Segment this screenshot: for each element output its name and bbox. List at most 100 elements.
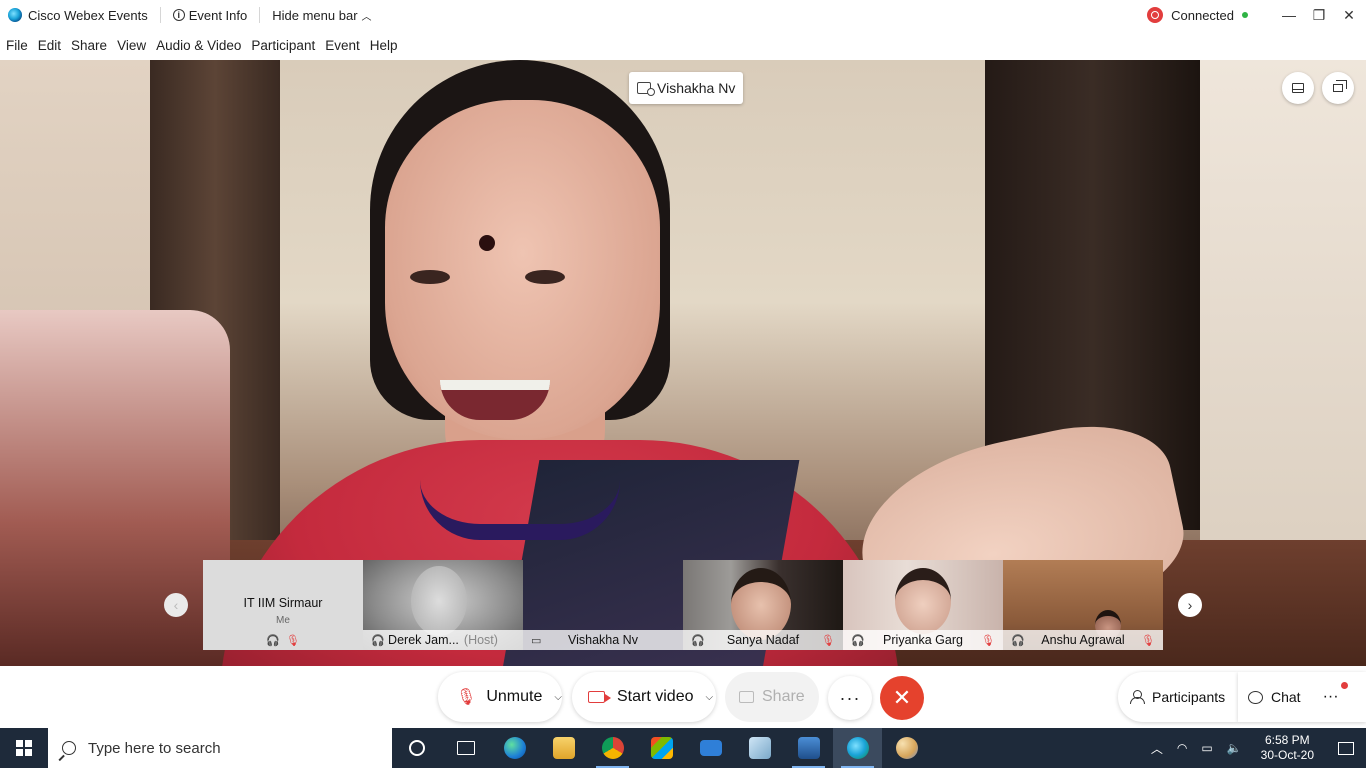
chevron-down-icon[interactable]: ⌵: [554, 692, 562, 703]
participants-button[interactable]: Participants: [1118, 672, 1238, 722]
start-video-label: Start video: [617, 688, 694, 705]
close-button[interactable]: ✕: [1334, 0, 1364, 30]
notifications-button[interactable]: [1326, 728, 1366, 768]
self-subtitle: Me: [276, 615, 290, 626]
participant-name: Sanya Nadaf: [726, 633, 800, 647]
minimize-button[interactable]: —: [1274, 0, 1304, 30]
share-button[interactable]: Share: [725, 672, 819, 722]
clock-date: 30-Oct-20: [1260, 748, 1314, 762]
file-explorer-button[interactable]: [539, 728, 588, 768]
store-button[interactable]: [637, 728, 686, 768]
participant-tile[interactable]: 🎧 Priyanka Garg 🎙: [843, 560, 1003, 650]
headset-icon: 🎧: [691, 634, 705, 647]
active-speaker-name: Vishakha Nv: [657, 80, 736, 96]
participants-label: Participants: [1152, 689, 1226, 705]
hide-menu-bar-button[interactable]: Hide menu bar ︿: [272, 8, 371, 23]
menu-share[interactable]: Share: [71, 38, 107, 53]
presenter-icon: [637, 82, 655, 96]
clock[interactable]: 6:58 PM 30-Oct-20: [1261, 733, 1314, 763]
notifications-icon: [1338, 741, 1354, 755]
chat-icon: [1248, 690, 1263, 704]
windows-taskbar: Type here to search ︿ ◠ ▭ 🔈 6:58 PM 30-O…: [0, 728, 1366, 768]
app-button[interactable]: [735, 728, 784, 768]
menu-file[interactable]: File: [6, 38, 28, 53]
participant-tile[interactable]: 🎧 Anshu Agrawal 🎙: [1003, 560, 1163, 650]
muted-mic-icon: 🎙: [285, 635, 300, 647]
menu-audio-video[interactable]: Audio & Video: [156, 38, 241, 53]
paint-button[interactable]: [882, 728, 931, 768]
host-badge: (Host): [463, 633, 498, 647]
wifi-icon[interactable]: ◠: [1177, 741, 1187, 755]
remote-desktop-button[interactable]: [784, 728, 833, 768]
start-video-button[interactable]: Start video ⌵: [572, 672, 716, 722]
presenter-icon: ▭: [531, 634, 542, 647]
notes-icon: [748, 737, 771, 759]
overflow-menu-button[interactable]: ···: [1323, 688, 1339, 706]
recording-icon: [1147, 7, 1164, 23]
event-info-button[interactable]: i Event Info: [172, 7, 248, 23]
muted-mic-icon: 🎙: [1141, 634, 1155, 647]
muted-mic-icon: 🎙: [981, 634, 995, 647]
taskbar-search-input[interactable]: Type here to search: [48, 728, 392, 768]
unmute-button[interactable]: 🎙 Unmute ⌵: [438, 672, 562, 722]
layout-button[interactable]: [1282, 72, 1314, 104]
task-view-button[interactable]: [441, 728, 490, 768]
title-bar: Cisco Webex Events i Event Info Hide men…: [0, 0, 1366, 30]
share-icon: [739, 691, 754, 703]
system-tray: ︿ ◠ ▭ 🔈 6:58 PM 30-Oct-20: [1144, 728, 1366, 768]
meeting-controls: 🎙 Unmute ⌵ Start video ⌵ Share ··· ✕ Par…: [0, 666, 1366, 728]
menu-event[interactable]: Event: [325, 38, 360, 53]
webex-logo-icon: [8, 8, 22, 22]
menu-view[interactable]: View: [117, 38, 146, 53]
cortana-icon: [408, 740, 425, 756]
mail-icon: [699, 740, 722, 756]
event-info-label: Event Info: [188, 7, 248, 23]
headset-icon: 🎧: [266, 635, 280, 647]
popout-button[interactable]: [1322, 72, 1354, 104]
chevron-up-icon: ︿: [361, 11, 372, 23]
participant-tile[interactable]: 🎧 Derek Jam... (Host): [363, 560, 523, 650]
layout-icon: [1292, 83, 1304, 93]
connection-status: Connected: [1147, 7, 1248, 23]
store-icon: [650, 737, 673, 759]
menu-participant[interactable]: Participant: [251, 38, 315, 53]
video-off-icon: [588, 691, 611, 703]
notification-dot-icon: [1341, 682, 1348, 689]
volume-icon[interactable]: 🔈: [1227, 741, 1242, 755]
unmute-label: Unmute: [486, 688, 543, 705]
webex-icon: [846, 737, 869, 759]
mail-button[interactable]: [686, 728, 735, 768]
chat-button[interactable]: Chat ···: [1238, 672, 1366, 722]
share-label: Share: [762, 688, 805, 705]
maximize-button[interactable]: ❐: [1304, 0, 1334, 30]
chrome-icon: [601, 737, 624, 759]
menu-edit[interactable]: Edit: [38, 38, 61, 53]
chrome-button[interactable]: [588, 728, 637, 768]
app-title: Cisco Webex Events: [28, 7, 148, 23]
battery-icon[interactable]: ▭: [1201, 741, 1212, 755]
chevron-down-icon[interactable]: ⌵: [705, 692, 713, 703]
participant-tile[interactable]: ▭ Vishakha Nv: [523, 560, 683, 650]
headset-icon: 🎧: [1011, 634, 1025, 647]
remote-desktop-icon: [797, 737, 820, 759]
participant-tile[interactable]: 🎧 Sanya Nadaf 🎙: [683, 560, 843, 650]
active-speaker-label: Vishakha Nv: [629, 72, 744, 104]
more-options-button[interactable]: ···: [828, 676, 872, 720]
search-placeholder: Type here to search: [88, 739, 221, 757]
leave-meeting-button[interactable]: ✕: [880, 676, 924, 720]
muted-mic-icon: 🎙: [821, 634, 835, 647]
menu-help[interactable]: Help: [370, 38, 398, 53]
people-icon: [1130, 690, 1145, 704]
start-button[interactable]: [0, 728, 48, 768]
participant-filmstrip: IT IIM Sirmaur Me 🎧 🎙 🎧 Derek Jam... (Hos…: [203, 560, 1163, 650]
filmstrip-next-button[interactable]: ›: [1178, 593, 1202, 617]
self-tile[interactable]: IT IIM Sirmaur Me 🎧 🎙: [203, 560, 363, 650]
chevron-up-icon[interactable]: ︿: [1151, 740, 1163, 757]
edge-button[interactable]: [490, 728, 539, 768]
cortana-button[interactable]: [392, 728, 441, 768]
filmstrip-prev-button[interactable]: ‹: [164, 593, 188, 617]
headset-icon: 🎧: [851, 634, 865, 647]
divider: [259, 7, 261, 23]
muted-mic-icon: 🎙: [456, 689, 477, 706]
webex-button[interactable]: [833, 728, 882, 768]
